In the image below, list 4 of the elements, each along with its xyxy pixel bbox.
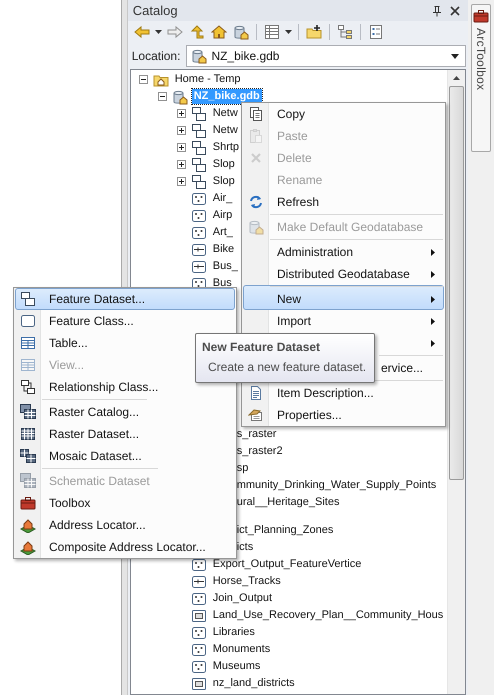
tooltip-text: Create a new feature dataset. xyxy=(207,360,368,374)
location-label: Location: xyxy=(132,49,180,63)
panel-title: Catalog xyxy=(132,3,178,18)
tooltip-title: New Feature Dataset xyxy=(202,340,322,354)
